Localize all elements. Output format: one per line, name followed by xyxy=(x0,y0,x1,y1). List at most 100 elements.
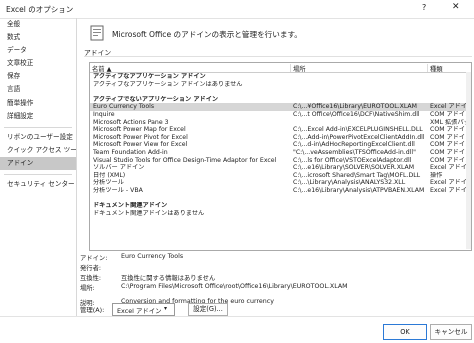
main-panel: Microsoft Office のアドインの表示と管理を行います。 アドイン … xyxy=(77,18,474,316)
cell-name: アクティブなアプリケーション アドインはありません xyxy=(93,80,243,88)
sidebar-separator xyxy=(4,123,72,128)
sidebar-item-11[interactable]: セキュリティ センター xyxy=(0,178,76,191)
sidebar: 全般 数式 データ 文章校正 保存 言語 簡単操作 詳細設定リボンのユーザー設定 クイック アク… xyxy=(0,18,77,316)
addin-table: 名前 ▲ 場所 種類 アクティブなアプリケーション アドイン アクティブなアプリケ… xyxy=(89,62,472,251)
dialog-footer: OK キャンセル xyxy=(0,316,474,343)
sidebar-item-5[interactable]: 言語 xyxy=(0,83,76,96)
cell-type: 操作 xyxy=(430,171,443,179)
cell-type: Excel アドイン xyxy=(430,103,470,111)
cell-location: C:\...\Library\Analysis\ANALYS32.XLL xyxy=(293,179,406,187)
section-label: アドイン xyxy=(84,47,472,57)
window-title: Excel のオプション xyxy=(6,5,74,14)
chevron-down-icon: ▾ xyxy=(164,305,168,312)
cell-name: 日付 (XML) xyxy=(93,171,126,179)
sidebar-item-0[interactable]: 全般 xyxy=(0,18,76,31)
detail-compat-value: 互換性に関する情報はありません xyxy=(121,275,216,282)
detail-compat-label: 互換性: xyxy=(80,275,102,282)
cell-location: C:\...e16\Library\Analysis\ATPVBAEN.XLAM xyxy=(293,186,425,194)
table-row[interactable]: Microsoft Power Map for Excel C:\...Excel… xyxy=(90,126,471,134)
table-scrollbar[interactable] xyxy=(466,72,471,249)
cell-location: C:\...e16\Library\SOLVER\SOLVER.XLAM xyxy=(293,164,415,172)
detail-addin-value: Euro Currency Tools xyxy=(121,253,184,260)
cell-location: C:\...icrosoft Shared\Smart Tag\MOFL.DLL xyxy=(293,171,421,179)
title-bar: Excel のオプション ? ✕ xyxy=(0,0,474,19)
cell-type: Excel アドイン xyxy=(430,164,470,172)
table-row[interactable]: Microsoft Power View for Excel C:\...d-in… xyxy=(90,141,471,149)
cell-name: Inquire xyxy=(93,110,115,118)
cell-type: COM アドイン xyxy=(430,148,470,156)
column-header-type[interactable]: 種類 xyxy=(427,64,468,73)
manage-dropdown[interactable]: Excel アドイン ▾ xyxy=(112,303,175,316)
cell-name: 分析ツール - VBA xyxy=(93,186,143,194)
cell-location: C:\...Excel Add-in\EXCELPLUGINSHELL.DLL xyxy=(293,126,423,134)
help-button[interactable]: ? xyxy=(422,3,426,12)
table-row: ドキュメント関連アドインはありません xyxy=(90,210,471,218)
table-row xyxy=(90,88,471,96)
cell-name: 分析ツール xyxy=(93,179,124,187)
table-group-header: ドキュメント関連アドイン xyxy=(90,202,471,210)
detail-publisher-label: 発行者: xyxy=(80,265,102,272)
cell-name: Microsoft Power View for Excel xyxy=(93,141,188,149)
cell-location: C:\...Add-in\PowerPivotExcelClientAddIn.… xyxy=(293,133,425,141)
cell-type: XML 拡張パック xyxy=(430,118,470,126)
cell-location: "C:\...veAssemblies\TFSOfficeAdd-in.dll" xyxy=(293,148,416,156)
cell-name: Team Foundation Add-in xyxy=(93,148,168,156)
column-header-name[interactable]: 名前 ▲ xyxy=(90,64,290,73)
table-row[interactable]: 分析ツール - VBA C:\...e16\Library\Analysis\AT… xyxy=(90,187,471,195)
table-row[interactable]: 分析ツール C:\...\Library\Analysis\ANALYS32.XL… xyxy=(90,179,471,187)
cell-name: ドキュメント関連アドイン xyxy=(93,202,168,210)
sidebar-item-10[interactable]: アドイン xyxy=(0,156,76,171)
cell-type: Excel アドイン xyxy=(430,186,470,194)
close-button[interactable]: ✕ xyxy=(452,2,460,12)
cancel-button[interactable]: キャンセル xyxy=(430,324,472,340)
addin-icon xyxy=(90,25,104,41)
cell-type: COM アドイン xyxy=(430,126,470,134)
table-group-header: アクティブなアプリケーション アドイン xyxy=(90,73,471,81)
cell-type: COM アドイン xyxy=(430,141,470,149)
sidebar-item-2[interactable]: データ xyxy=(0,44,76,57)
sidebar-separator xyxy=(4,170,72,176)
sidebar-item-1[interactable]: 数式 xyxy=(0,31,76,44)
manage-label: 管理(A): xyxy=(80,306,105,314)
cell-name: Visual Studio Tools for Office Design-Ti… xyxy=(93,156,277,164)
table-row: アクティブなアプリケーション アドインはありません xyxy=(90,81,471,89)
sidebar-item-7[interactable]: 詳細設定 xyxy=(0,110,76,123)
sidebar-item-3[interactable]: 文章校正 xyxy=(0,57,76,70)
detail-addin-label: アドイン: xyxy=(80,255,108,262)
column-header-location[interactable]: 場所 xyxy=(290,64,427,73)
cell-location: C:\...¥Office16\Library\EUROTOOL.XLAM xyxy=(293,103,418,111)
table-row[interactable]: Microsoft Actions Pane 3 XML 拡張パック xyxy=(90,119,471,127)
go-button[interactable]: 設定(G)... xyxy=(188,303,228,316)
sidebar-item-9[interactable]: クイック アクセス ツール バー xyxy=(0,144,76,157)
table-header: 名前 ▲ 場所 種類 xyxy=(90,63,471,73)
page-title: Microsoft Office のアドインの表示と管理を行います。 xyxy=(112,30,302,39)
table-row[interactable]: ソルバー アドイン C:\...e16\Library\SOLVER\SOLVER… xyxy=(90,164,471,172)
cell-location: C:\...t Office\Office16\DCF\NativeShim.d… xyxy=(293,110,420,118)
cell-name: Microsoft Power Pivot for Excel xyxy=(93,133,188,141)
cell-type: COM アドイン xyxy=(430,156,470,164)
sidebar-item-6[interactable]: 簡単操作 xyxy=(0,97,76,110)
cell-location: C:\...ls for Office\VSTOExcelAdaptor.dll xyxy=(293,156,412,164)
cell-name: アクティブでないアプリケーション アドイン xyxy=(93,95,219,103)
table-row[interactable]: Team Foundation Add-in "C:\...veAssemblie… xyxy=(90,149,471,157)
cell-location: C:\...d-in\AdHocReportingExcelClient.dll xyxy=(293,141,415,149)
table-row[interactable]: Inquire C:\...t Office\Office16\DCF\Nativ… xyxy=(90,111,471,119)
addin-details: アドイン: Euro Currency Tools 発行者: 互換性: 互換性に関す… xyxy=(80,253,470,308)
cell-type: COM アドイン xyxy=(430,110,470,118)
table-row[interactable]: Visual Studio Tools for Office Design-Ti… xyxy=(90,157,471,165)
cell-name: ドキュメント関連アドインはありません xyxy=(93,209,205,217)
detail-location-value: C:\Program Files\Microsoft Office\root\O… xyxy=(121,283,348,290)
table-row[interactable]: 日付 (XML) C:\...icrosoft Shared\Smart Tag\… xyxy=(90,172,471,180)
ok-button[interactable]: OK xyxy=(383,324,427,340)
sidebar-item-8[interactable]: リボンのユーザー設定 xyxy=(0,131,76,144)
cell-name: Microsoft Actions Pane 3 xyxy=(93,118,169,126)
cell-name: Microsoft Power Map for Excel xyxy=(93,126,186,134)
table-row[interactable]: Euro Currency Tools C:\...¥Office16\Libra… xyxy=(90,103,471,111)
table-group-header: アクティブでないアプリケーション アドイン xyxy=(90,96,471,104)
cell-type: COM アドイン xyxy=(430,133,470,141)
manage-bar: 管理(A): Excel アドイン ▾ 設定(G)... xyxy=(80,303,320,316)
table-row xyxy=(90,195,471,203)
table-row[interactable]: Microsoft Power Pivot for Excel C:\...Add… xyxy=(90,134,471,142)
sidebar-item-4[interactable]: 保存 xyxy=(0,70,76,83)
detail-location-label: 場所: xyxy=(80,285,95,292)
